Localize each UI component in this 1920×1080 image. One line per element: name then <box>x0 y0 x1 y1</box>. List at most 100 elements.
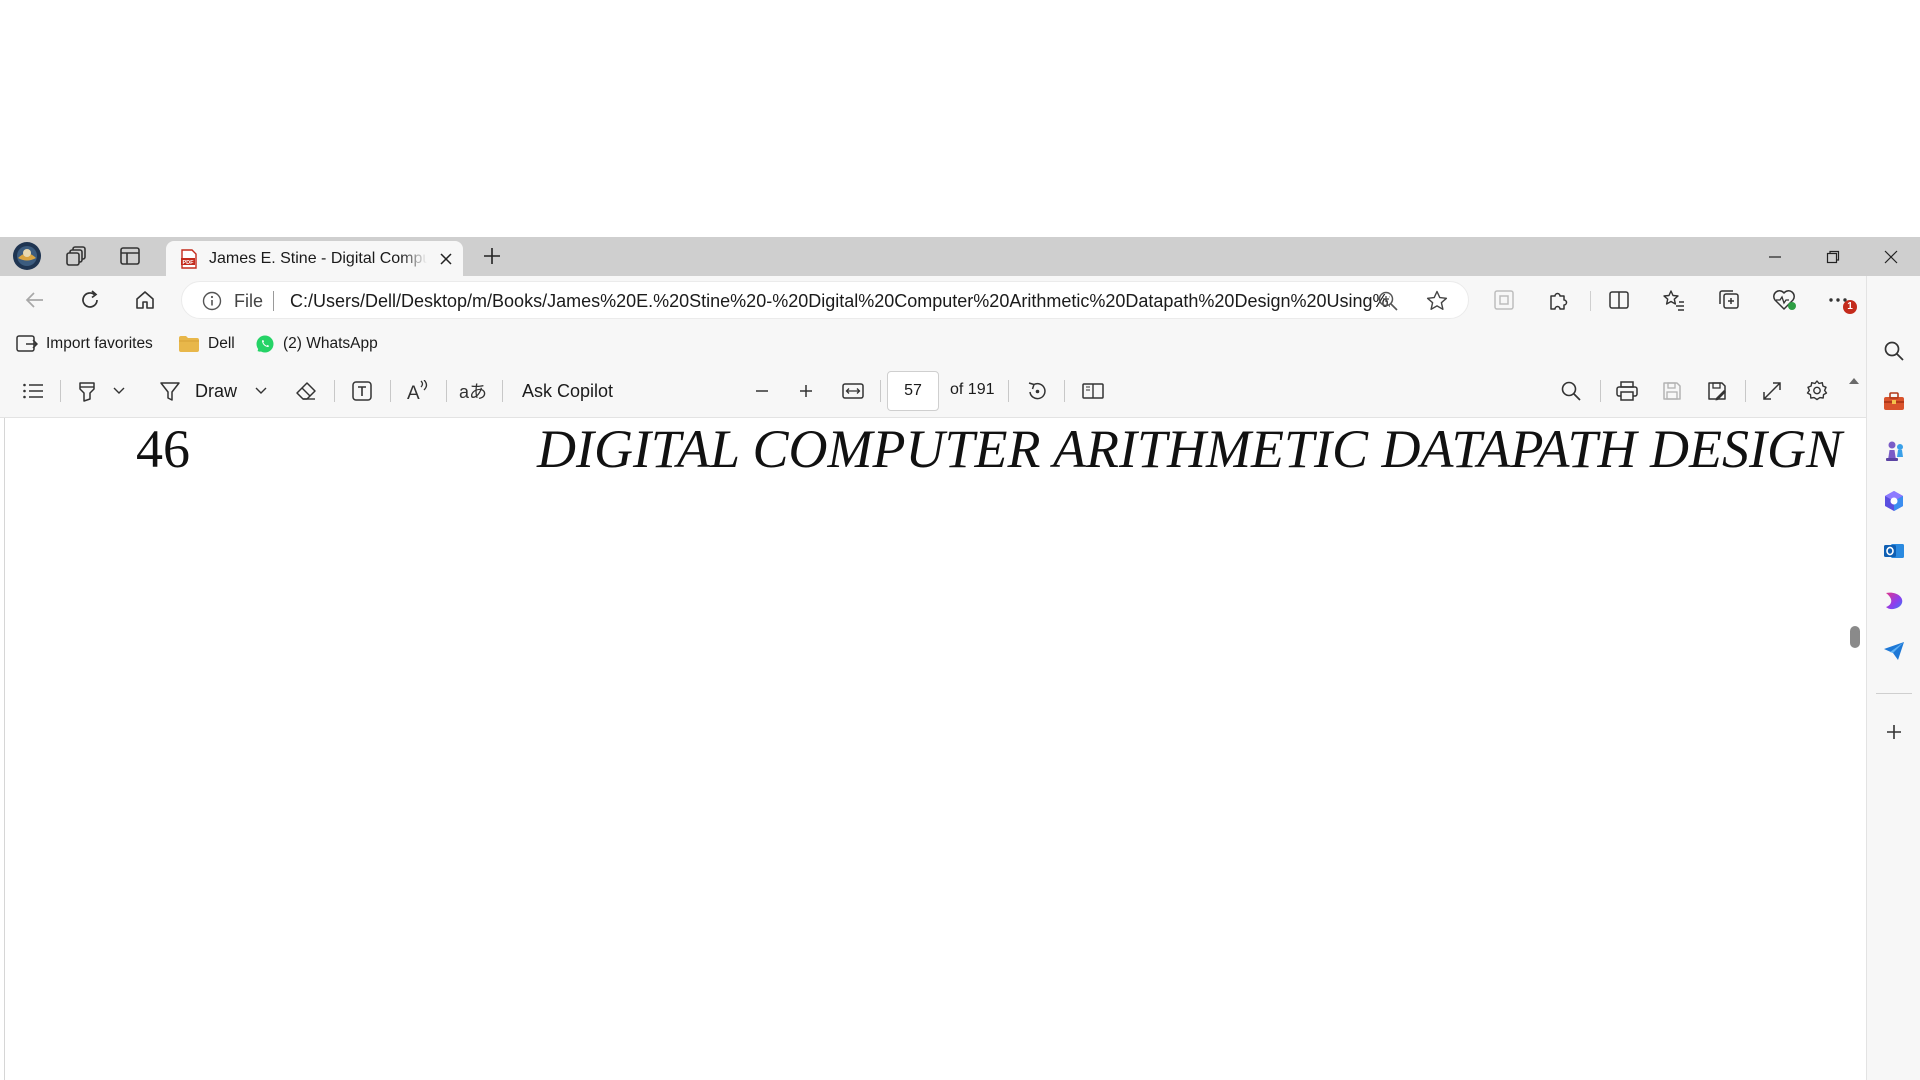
page-number-input[interactable]: 57 <box>887 371 939 411</box>
close-tab-icon[interactable] <box>439 252 453 266</box>
more-menu-button[interactable]: 1 <box>1822 284 1857 316</box>
scrollbar-thumb[interactable] <box>1850 626 1860 648</box>
favorite-dell[interactable]: Dell <box>178 332 235 356</box>
new-tab-button[interactable] <box>474 241 510 271</box>
toolbox-icon <box>1884 392 1904 410</box>
app-available-button[interactable] <box>1487 284 1521 316</box>
collections-icon <box>1719 290 1739 309</box>
favorite-import[interactable]: Import favorites <box>16 332 153 356</box>
toolbar-separator <box>1600 380 1601 402</box>
page-number-header: 46 <box>136 419 190 479</box>
edge-sidebar <box>1866 276 1920 1080</box>
sidebar-designer-button[interactable] <box>1879 586 1909 616</box>
expand-icon <box>1763 382 1781 400</box>
save-as-button[interactable] <box>1702 376 1732 406</box>
sidebar-games-button[interactable] <box>1879 436 1909 466</box>
extensions-button[interactable] <box>1542 284 1576 316</box>
translate-button[interactable]: aあ <box>458 376 488 406</box>
add-text-button[interactable] <box>348 376 376 406</box>
profile-avatar[interactable] <box>9 241 45 271</box>
back-button[interactable] <box>17 284 53 316</box>
highlight-button[interactable] <box>74 376 100 406</box>
tab-actions-icon <box>120 247 140 265</box>
minimize-button[interactable] <box>1746 237 1804 276</box>
fullscreen-button[interactable] <box>1757 376 1787 406</box>
pdf-toolbar: Draw A aあ Ask Copilot 57 of 191 <box>0 364 1866 418</box>
pdf-icon: PDF <box>181 248 197 269</box>
tab-active[interactable]: PDF James E. Stine - Digital Computer Ar… <box>166 241 463 276</box>
close-window-button[interactable] <box>1862 237 1920 276</box>
highlight-options-dropdown[interactable] <box>110 376 128 406</box>
heart-pulse-icon <box>1773 290 1796 310</box>
chevron-down-icon <box>255 387 267 394</box>
browser-essentials-button[interactable] <box>1767 284 1801 316</box>
back-arrow-icon <box>25 292 43 308</box>
minimize-icon <box>1769 255 1781 258</box>
ask-copilot-button[interactable]: Ask Copilot <box>522 376 613 406</box>
gear-icon <box>1806 380 1828 401</box>
home-icon <box>136 291 154 309</box>
toolbar-separator <box>1745 380 1746 402</box>
favorite-whatsapp[interactable]: (2) WhatsApp <box>255 332 378 356</box>
info-icon[interactable] <box>202 291 222 311</box>
read-aloud-button[interactable]: A <box>403 376 433 406</box>
restore-icon <box>1826 250 1840 263</box>
restore-button[interactable] <box>1804 237 1862 276</box>
fit-to-width-button[interactable] <box>838 376 868 406</box>
sidebar-outlook-button[interactable] <box>1879 536 1909 566</box>
find-button[interactable] <box>1556 376 1586 406</box>
eraser-icon <box>296 382 316 400</box>
tab-strip: PDF James E. Stine - Digital Computer Ar… <box>0 237 1920 276</box>
draw-button[interactable] <box>156 376 184 406</box>
draw-options-dropdown[interactable] <box>252 376 270 406</box>
scroll-up-arrow-icon[interactable] <box>1847 374 1861 388</box>
save-button[interactable] <box>1657 376 1687 406</box>
toolbar-separator <box>334 380 335 402</box>
split-screen-button[interactable] <box>1602 284 1636 316</box>
home-button[interactable] <box>127 284 163 316</box>
pdf-document-view[interactable] <box>0 418 1866 1080</box>
sidebar-copilot-365-button[interactable] <box>1879 486 1909 516</box>
import-icon <box>16 335 38 352</box>
vertical-tabs-button[interactable] <box>112 241 148 271</box>
tab-title: James E. Stine - Digital Computer Arithm… <box>209 249 427 267</box>
sidebar-send-button[interactable] <box>1879 636 1909 666</box>
sidebar-separator <box>1876 693 1912 694</box>
address-separator <box>273 291 274 311</box>
zoom-out-button[interactable] <box>749 376 775 406</box>
favorite-star-icon[interactable] <box>1425 289 1449 313</box>
plus-icon <box>484 248 500 264</box>
erase-button[interactable] <box>292 376 320 406</box>
zoom-in-button[interactable] <box>793 376 819 406</box>
search-icon <box>1884 341 1904 361</box>
print-button[interactable] <box>1612 376 1642 406</box>
page-view-button[interactable] <box>1078 376 1108 406</box>
table-of-contents-button[interactable] <box>18 376 48 406</box>
settings-button[interactable] <box>1802 376 1832 406</box>
app-icon <box>1494 290 1514 310</box>
translate-icon: aあ <box>458 382 487 402</box>
notification-badge: 1 <box>1843 300 1857 314</box>
refresh-button[interactable] <box>72 284 108 316</box>
zoom-icon[interactable] <box>1377 290 1399 312</box>
favorite-label: Dell <box>208 335 235 352</box>
toolbar-separator <box>880 380 881 402</box>
draw-label: Draw <box>195 380 238 401</box>
rotate-button[interactable] <box>1022 376 1052 406</box>
toolbar-separator <box>1008 380 1009 402</box>
rotate-icon <box>1028 382 1046 400</box>
chess-piece-icon <box>1886 441 1903 461</box>
sidebar-search-button[interactable] <box>1879 336 1909 366</box>
address-bar[interactable]: File C:/Users/Dell/Desktop/m/Books/James… <box>181 281 1469 319</box>
draw-label-button[interactable]: Draw <box>195 376 237 406</box>
favorites-button[interactable] <box>1657 284 1691 316</box>
workspaces-button[interactable] <box>59 241 95 271</box>
url-text[interactable]: C:/Users/Dell/Desktop/m/Books/James%20E.… <box>290 291 1390 312</box>
sidebar-tools-button[interactable] <box>1879 386 1909 416</box>
outlook-icon <box>1884 544 1904 558</box>
fit-width-icon <box>842 383 864 399</box>
split-screen-icon <box>1609 291 1629 309</box>
collections-button[interactable] <box>1712 284 1746 316</box>
pen-icon <box>160 382 180 401</box>
sidebar-add-button[interactable] <box>1879 717 1909 747</box>
